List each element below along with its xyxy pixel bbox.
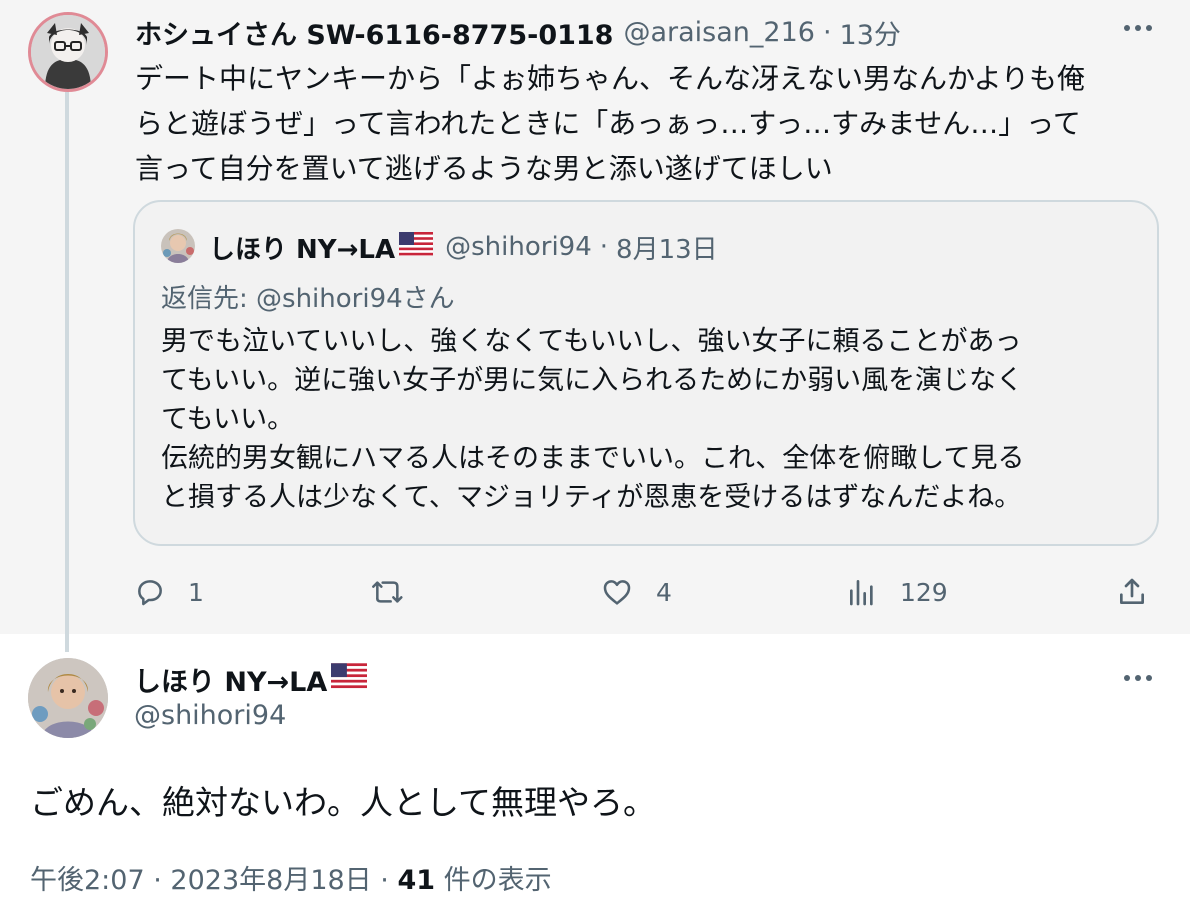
current-tweet-text: ごめん、絶対ないわ。人として無理やろ。 [30, 783, 657, 822]
parent-tweet-text: デート中にヤンキーから「よぉ姉ちゃん、そんな冴えない男なんかよりも俺 らと遊ぼう… [135, 62, 1086, 185]
share-icon [1116, 576, 1148, 608]
parent-tweet-time[interactable]: 13分 [840, 13, 901, 52]
views-label: 件の表示 [443, 865, 552, 896]
us-flag-icon [331, 662, 368, 696]
current-tweet-meta: 午後2:07 · 2023年8月18日 · 41 件の表示 [30, 858, 552, 897]
retweet-button[interactable] [370, 572, 428, 612]
views-button[interactable]: 129 [846, 572, 948, 612]
more-icon [1123, 674, 1153, 682]
current-author-name-row: しほり NY→LA [134, 660, 368, 699]
quoted-author-avatar [161, 229, 195, 263]
quoted-author-handle: @shihori94 [445, 232, 592, 262]
share-button[interactable] [1116, 572, 1148, 612]
views-count: 41 [397, 865, 436, 896]
us-flag-icon [399, 231, 434, 263]
parent-tweet[interactable]: ホシュイさん SW-6116-8775-0118 @araisan_216 · … [0, 0, 1190, 634]
views-count: 129 [900, 577, 948, 607]
reply-icon [134, 576, 166, 608]
quoted-tweet[interactable]: しほり NY→LA @shihori94 · 8月13日 返信先: @shiho… [133, 200, 1159, 546]
meta-separator: · [599, 232, 609, 262]
current-more-button[interactable] [1120, 660, 1156, 696]
reply-button[interactable]: 1 [134, 572, 204, 612]
more-icon [1123, 24, 1153, 32]
parent-author-avatar[interactable] [28, 12, 108, 92]
quoted-tweet-header: しほり NY→LA @shihori94 · 8月13日 [209, 228, 718, 266]
like-button[interactable]: 4 [600, 572, 672, 612]
parent-tweet-header: ホシュイさん SW-6116-8775-0118 @araisan_216 · … [135, 13, 901, 52]
quoted-reply-to: 返信先: @shihori94さん [161, 284, 455, 314]
quoted-tweet-text: 男でも泣いていいし、強くなくてもいいし、強い女子に頼ることがあっ てもいい。逆に… [161, 326, 1025, 513]
thread-connector-line [65, 92, 69, 652]
heart-icon [600, 576, 634, 608]
tweet-time[interactable]: 午後2:07 [30, 865, 145, 896]
meta-separator: · [380, 865, 389, 896]
reply-count: 1 [188, 577, 204, 607]
tweet-date[interactable]: 2023年8月18日 [170, 865, 371, 896]
quoted-tweet-date: 8月13日 [616, 234, 718, 265]
like-count: 4 [656, 577, 672, 607]
meta-separator: · [822, 16, 832, 48]
current-author-name[interactable]: しほり NY→LA [134, 660, 327, 699]
parent-more-button[interactable] [1120, 10, 1156, 46]
retweet-icon [370, 576, 406, 608]
current-author-avatar[interactable] [28, 658, 108, 738]
meta-separator: · [153, 865, 162, 896]
parent-author-name[interactable]: ホシュイさん SW-6116-8775-0118 [135, 13, 613, 52]
views-icon [846, 576, 878, 608]
current-author-handle[interactable]: @shihori94 [134, 700, 286, 731]
parent-author-handle[interactable]: @araisan_216 [623, 17, 814, 48]
quoted-author-name[interactable]: しほり NY→LA [209, 229, 395, 266]
